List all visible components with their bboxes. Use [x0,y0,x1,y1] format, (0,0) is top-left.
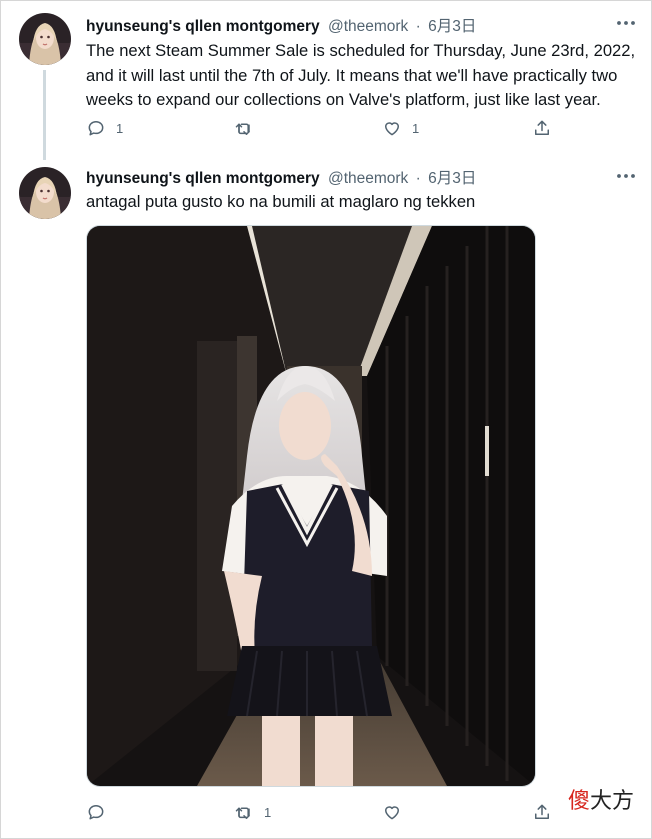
photo-image [87,226,535,786]
display-name[interactable]: hyunseung's qllen montgomery [86,18,320,35]
tweet-text: antagal puta gusto ko na bumili at magla… [86,192,476,211]
like-icon [385,806,399,820]
avatar[interactable] [19,167,71,219]
retweet-button[interactable]: 1 [234,800,271,824]
avatar[interactable] [19,13,71,65]
share-button[interactable] [532,800,552,824]
more-options-button[interactable] [613,163,639,189]
tweet[interactable]: hyunseung's qllen montgomery @theemork ·… [0,155,652,839]
reply-icon [88,805,104,820]
tweet-date[interactable]: 6月3日 [428,170,476,187]
tweet[interactable]: hyunseung's qllen montgomery @theemork ·… [0,0,652,160]
tweet-actions: 1 1 [86,116,606,140]
share-icon [535,804,549,819]
watermark-dark-text: 大方 [589,789,634,814]
tweet-date[interactable]: 6月3日 [428,18,476,35]
share-button[interactable] [532,116,552,140]
more-icon [617,174,635,178]
like-count: 1 [412,120,420,136]
retweet-count: 1 [264,804,272,820]
reply-button[interactable]: 1 [86,116,123,140]
separator-dot: · [415,170,421,187]
watermark: 傻大方 [568,783,634,815]
like-button[interactable] [382,800,412,824]
reply-icon [88,121,104,136]
like-icon [385,122,399,136]
reply-button[interactable] [86,800,116,824]
like-button[interactable]: 1 [382,116,419,140]
user-handle[interactable]: @theemork [328,170,408,187]
user-handle[interactable]: @theemork [328,18,408,35]
tweet-header: hyunseung's qllen montgomery @theemork ·… [86,14,476,36]
tweet-photo[interactable] [86,225,536,787]
retweet-icon [235,807,250,819]
reply-count: 1 [116,120,124,136]
display-name[interactable]: hyunseung's qllen montgomery [86,170,320,187]
tweet-text: The next Steam Summer Sale is scheduled … [86,41,636,109]
more-icon [617,21,635,25]
retweet-icon [235,123,250,135]
avatar-image [19,13,71,65]
tweet-header: hyunseung's qllen montgomery @theemork ·… [86,166,476,188]
watermark-red-text: 傻 [567,789,590,814]
share-icon [535,120,549,135]
thread-connector-line [43,70,46,160]
separator-dot: · [415,18,421,35]
retweet-button[interactable] [234,116,264,140]
avatar-image [19,167,71,219]
more-options-button[interactable] [613,10,639,36]
tweet-actions: 1 [86,800,606,824]
